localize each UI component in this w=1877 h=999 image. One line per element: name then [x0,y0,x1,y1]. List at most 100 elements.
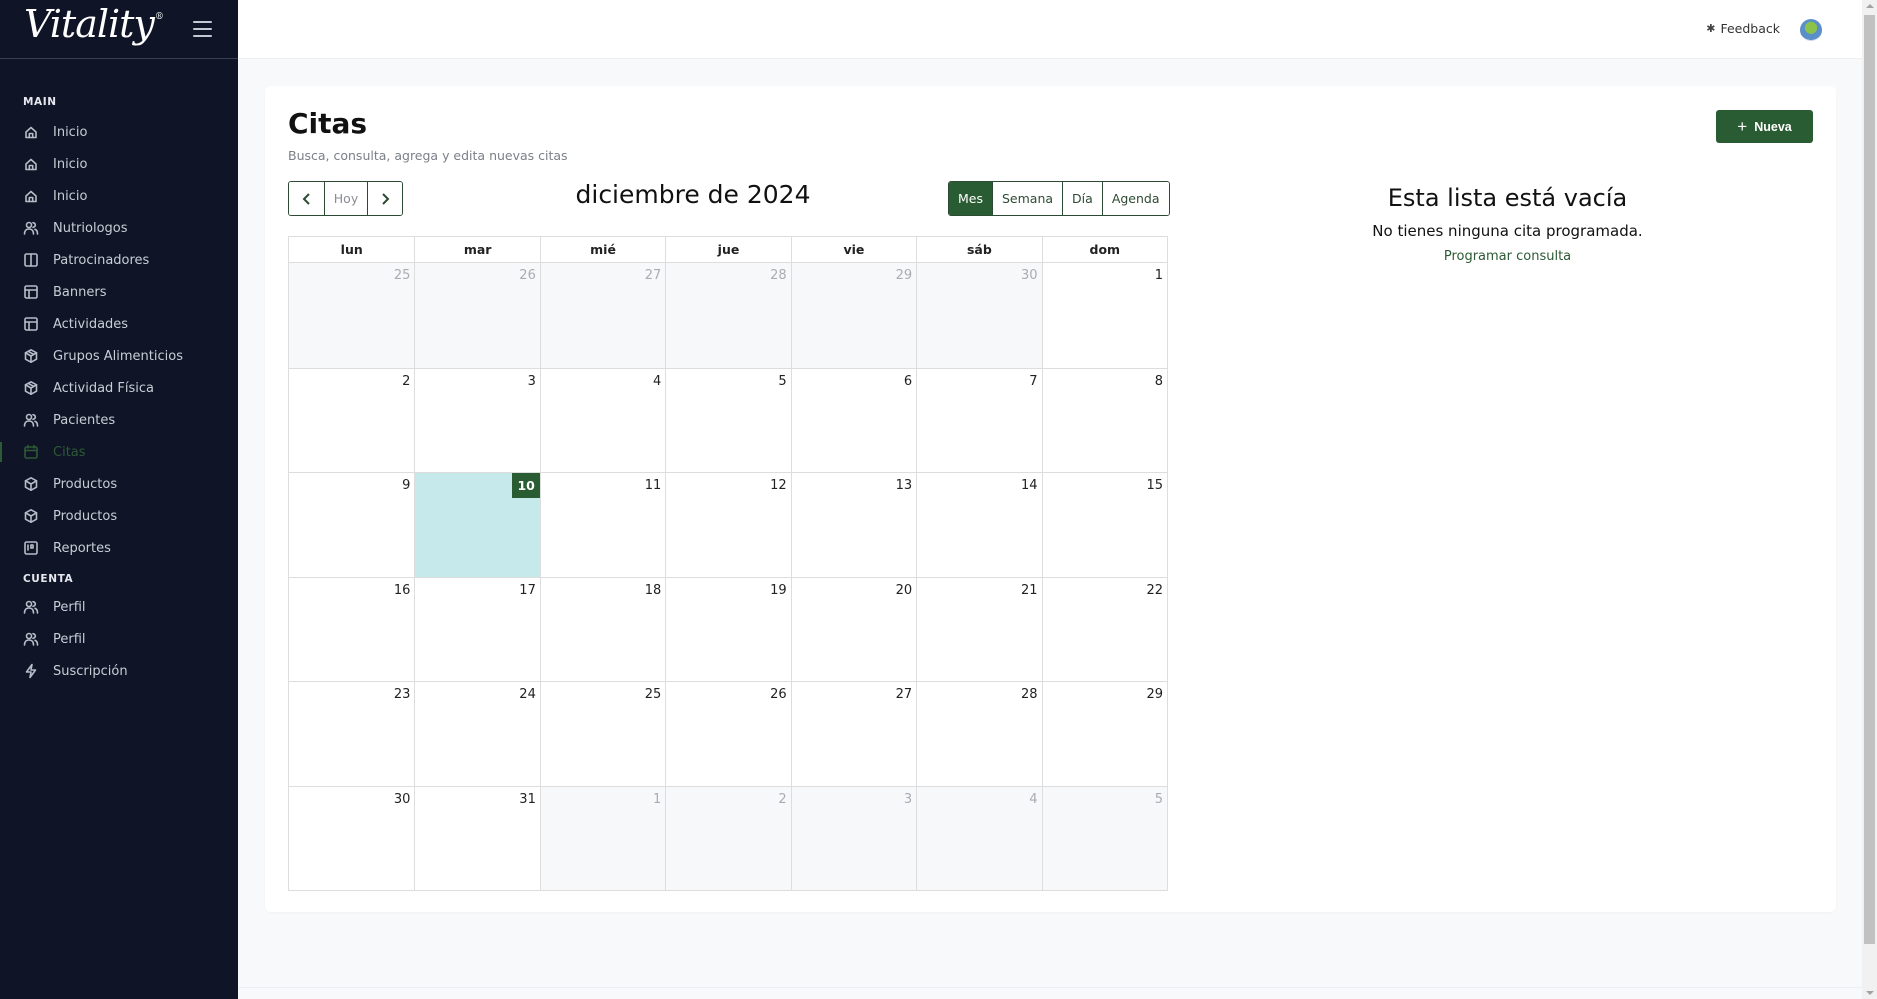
day-number[interactable]: 25 [645,687,662,702]
sidebar-item-grupos-alimenticios[interactable]: Grupos Alimenticios [0,340,238,372]
calendar-day[interactable]: 28 [916,681,1042,786]
next-month-button[interactable] [367,182,402,215]
day-number[interactable]: 21 [1021,583,1038,598]
day-number[interactable]: 18 [645,583,662,598]
day-number[interactable]: 4 [653,374,661,389]
day-number[interactable]: 16 [394,583,411,598]
calendar-day[interactable]: 15 [1041,472,1167,577]
sidebar-item-perfil[interactable]: Perfil [0,591,238,623]
calendar-day[interactable]: 24 [414,681,540,786]
calendar-day[interactable]: 1 [539,785,666,890]
view-mes-button[interactable]: Mes [949,182,992,215]
sidebar-item-patrocinadores[interactable]: Patrocinadores [0,244,238,276]
view-dia-button[interactable]: Día [1062,182,1102,215]
day-number[interactable]: 9 [402,478,410,493]
day-number[interactable]: 14 [1021,478,1038,493]
new-appointment-button[interactable]: + Nueva [1716,110,1813,143]
calendar-day[interactable]: 17 [414,576,540,681]
calendar-day[interactable]: 5 [1041,785,1167,890]
calendar-day[interactable]: 3 [790,785,917,890]
view-agenda-button[interactable]: Agenda [1101,182,1169,215]
calendar-day[interactable]: 16 [289,576,415,681]
calendar-day[interactable]: 27 [539,263,666,368]
day-number[interactable]: 8 [1155,374,1163,389]
calendar-day[interactable]: 8 [1041,367,1167,472]
calendar-day[interactable]: 13 [790,472,917,577]
calendar-day-today[interactable]: 10 [414,472,540,577]
day-number[interactable]: 17 [519,583,536,598]
day-number[interactable]: 25 [394,268,411,283]
day-number[interactable]: 22 [1146,583,1163,598]
day-number[interactable]: 4 [1029,792,1037,807]
sidebar-item-banners[interactable]: Banners [0,276,238,308]
sidebar-item-nutriologos[interactable]: Nutriologos [0,212,238,244]
calendar-day[interactable]: 22 [1041,576,1167,681]
calendar-day[interactable]: 2 [289,367,415,472]
day-number[interactable]: 28 [1021,687,1038,702]
day-number[interactable]: 23 [394,687,411,702]
view-semana-button[interactable]: Semana [992,182,1063,215]
sidebar-item-actividades[interactable]: Actividades [0,308,238,340]
calendar-day[interactable]: 21 [916,576,1042,681]
calendar-day[interactable]: 25 [539,681,666,786]
day-number[interactable]: 19 [770,583,787,598]
page-scrollbar[interactable] [1862,0,1877,999]
prev-month-button[interactable] [289,182,324,215]
day-number[interactable]: 11 [645,478,662,493]
sidebar-item-inicio[interactable]: Inicio [0,116,238,148]
calendar-day[interactable]: 19 [665,576,791,681]
sidebar-item-suscripcion[interactable]: Suscripción [0,655,238,687]
calendar-day[interactable]: 29 [790,263,917,368]
today-button[interactable]: Hoy [324,182,367,215]
calendar-day[interactable]: 23 [289,681,415,786]
day-number[interactable]: 15 [1146,478,1163,493]
calendar-day[interactable]: 1 [1041,263,1167,368]
calendar-day[interactable]: 5 [665,367,791,472]
calendar-day[interactable]: 18 [539,576,666,681]
sidebar-item-perfil[interactable]: Perfil [0,623,238,655]
calendar-day[interactable]: 30 [916,263,1042,368]
day-number[interactable]: 31 [519,792,536,807]
calendar-day[interactable]: 28 [665,263,791,368]
day-number[interactable]: 29 [896,268,913,283]
sidebar-item-inicio[interactable]: Inicio [0,180,238,212]
day-number[interactable]: 27 [645,268,662,283]
calendar-day[interactable]: 31 [414,785,540,890]
scroll-up-icon[interactable] [1866,4,1874,8]
calendar-day[interactable]: 26 [665,681,791,786]
scrollbar-thumb[interactable] [1864,15,1875,944]
day-number[interactable]: 2 [402,374,410,389]
sidebar-item-pacientes[interactable]: Pacientes [0,404,238,436]
calendar-day[interactable]: 11 [539,472,666,577]
calendar-day[interactable]: 27 [790,681,917,786]
day-number[interactable]: 1 [1155,268,1163,283]
calendar-day[interactable]: 12 [665,472,791,577]
day-number[interactable]: 3 [528,374,536,389]
day-number[interactable]: 30 [1021,268,1038,283]
calendar-day[interactable]: 6 [790,367,917,472]
logo[interactable]: Vitality® [24,2,164,46]
day-number[interactable]: 2 [778,792,786,807]
calendar-day[interactable]: 30 [289,785,415,890]
day-number[interactable]: 26 [519,268,536,283]
calendar-day[interactable]: 26 [414,263,540,368]
scroll-down-icon[interactable] [1866,991,1874,995]
calendar-day[interactable]: 20 [790,576,917,681]
calendar-day[interactable]: 7 [916,367,1042,472]
calendar-day[interactable]: 3 [414,367,540,472]
sidebar-item-citas[interactable]: Citas [0,436,238,468]
day-number[interactable]: 26 [770,687,787,702]
calendar-day[interactable]: 9 [289,472,415,577]
sidebar-item-productos[interactable]: Productos [0,468,238,500]
calendar-day[interactable]: 2 [665,785,791,890]
sidebar-item-productos[interactable]: Productos [0,500,238,532]
day-number[interactable]: 13 [896,478,913,493]
day-number[interactable]: 5 [778,374,786,389]
day-number[interactable]: 1 [653,792,661,807]
day-number[interactable]: 29 [1146,687,1163,702]
day-number[interactable]: 12 [770,478,787,493]
calendar-day[interactable]: 14 [916,472,1042,577]
day-number[interactable]: 28 [770,268,787,283]
day-number[interactable]: 30 [394,792,411,807]
feedback-button[interactable]: ✱ Feedback [1706,21,1780,36]
